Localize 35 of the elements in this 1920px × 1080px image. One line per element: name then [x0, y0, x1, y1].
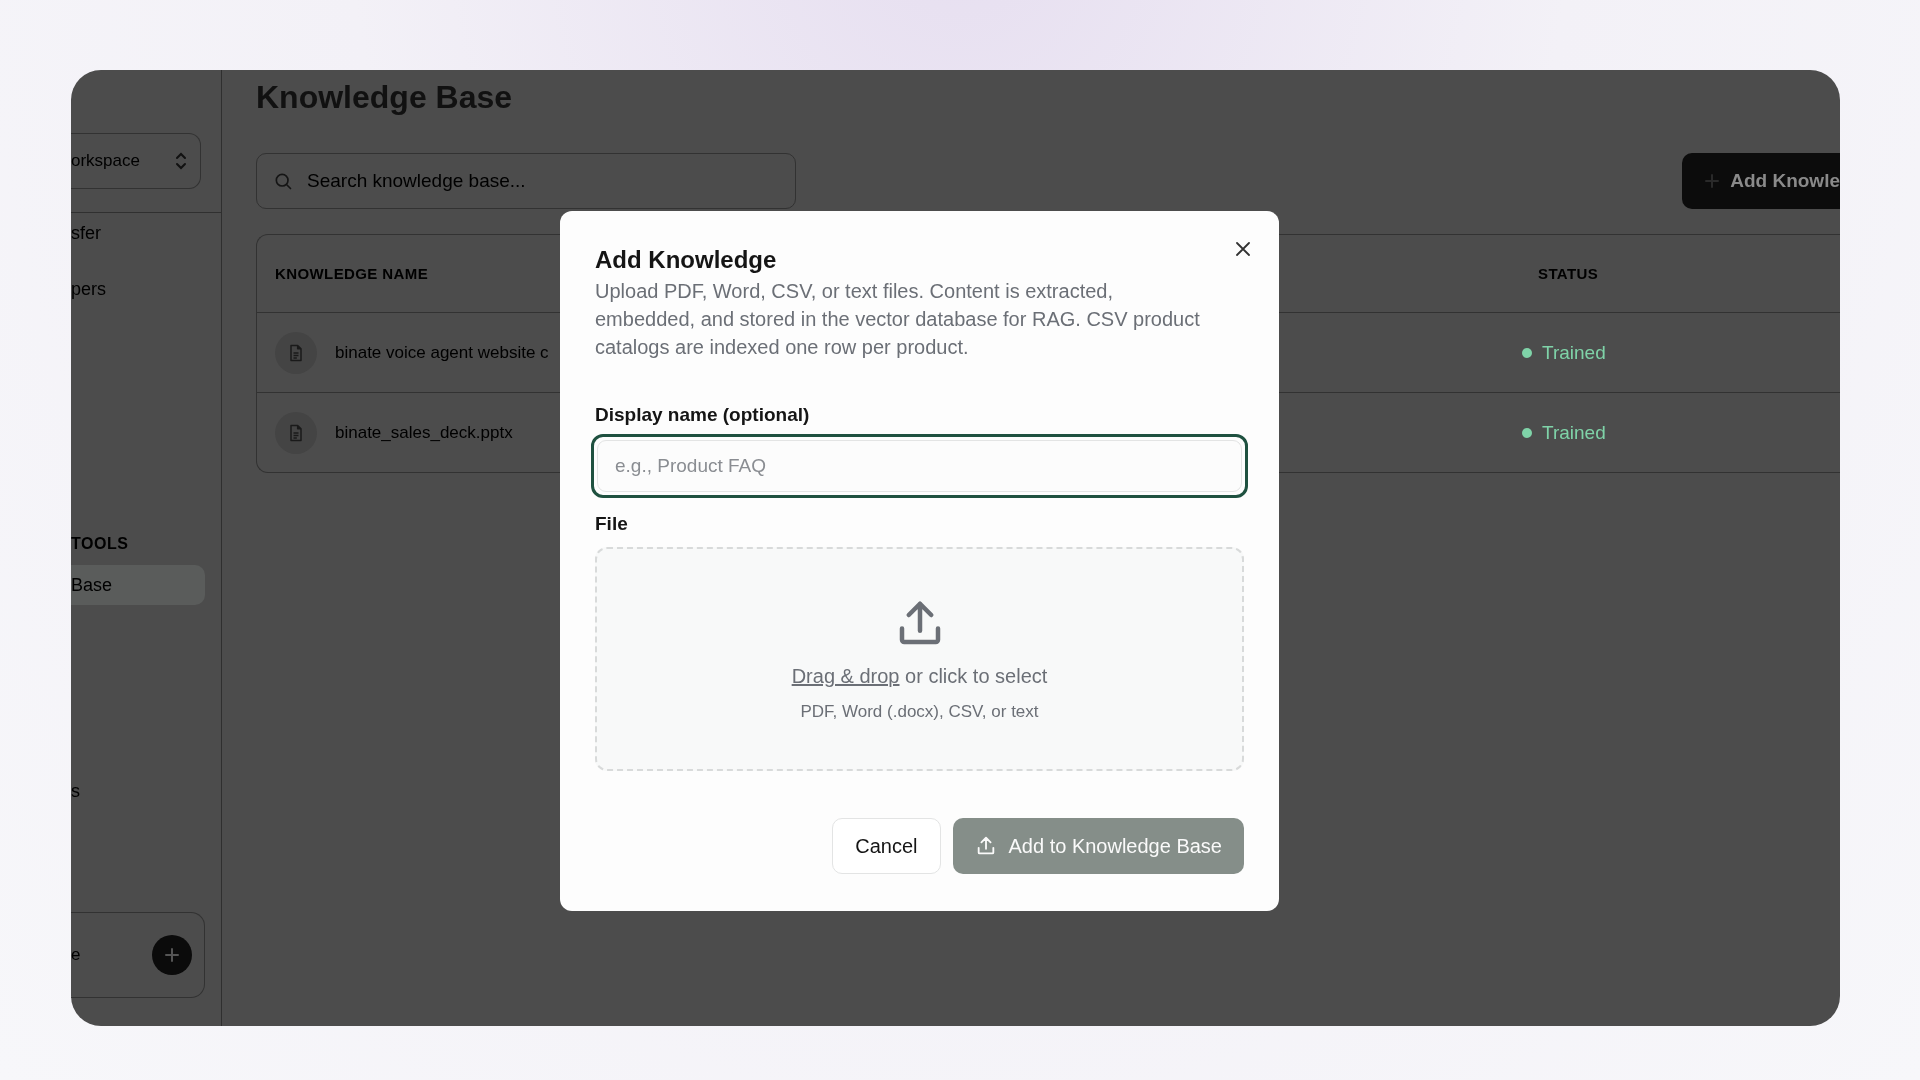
- knowledge-name: binate voice agent website c: [335, 342, 549, 363]
- search-icon: [273, 171, 293, 191]
- field-label: Display name (optional): [595, 404, 811, 426]
- file-icon: [275, 331, 317, 374]
- dialog-title: Add Knowledge: [595, 245, 778, 275]
- sidebar-item[interactable]: sfer: [71, 213, 205, 253]
- footer-label: e: [71, 945, 81, 965]
- page-title: Knowledge Base: [256, 78, 514, 117]
- file-dropzone[interactable]: Drag & drop or click to select PDF, Word (.docx), CSV, or text: [595, 547, 1244, 771]
- chevron-up-down-icon: [174, 151, 188, 171]
- column-header: KNOWLEDGE NAME: [274, 265, 430, 282]
- workspace-selector[interactable]: orkspace: [71, 133, 201, 189]
- drag-drop-link[interactable]: Drag & drop: [791, 665, 900, 687]
- add-knowledge-button[interactable]: Add Knowle: [1682, 153, 1840, 209]
- plus-icon: [164, 947, 180, 963]
- sidebar-item[interactable]: s: [71, 771, 205, 811]
- section-label: TOOLS: [71, 535, 130, 553]
- search-field[interactable]: Search knowledge base...: [256, 153, 796, 209]
- dropzone-text: Drag & drop or click to select: [791, 665, 1048, 688]
- sidebar-item[interactable]: Base: [71, 565, 205, 605]
- close-icon: [1235, 241, 1251, 257]
- dropzone-hint: PDF, Word (.docx), CSV, or text: [800, 702, 1039, 722]
- dialog-description: Upload PDF, Word, CSV, or text files. Content is extracted, embedded, and stored in the vector database for RAG. CSV product catalogs are indexed one row per product.: [595, 279, 1201, 360]
- column-header: STATUS: [1537, 265, 1600, 282]
- field-label: File: [595, 513, 629, 535]
- cancel-button[interactable]: Cancel: [832, 818, 941, 874]
- knowledge-name: binate_sales_deck.pptx: [335, 422, 513, 443]
- search-field[interactable]: Search knowledge base...: [305, 169, 795, 193]
- file-icon: [275, 411, 317, 454]
- plus-icon: [1704, 173, 1721, 189]
- status-label: Trained: [1542, 421, 1606, 444]
- add-button[interactable]: [152, 935, 192, 975]
- display-name-field[interactable]: e.g., Product FAQ: [591, 434, 1248, 498]
- status-label: Trained: [1542, 341, 1606, 364]
- sidebar-item[interactable]: pers: [71, 269, 205, 309]
